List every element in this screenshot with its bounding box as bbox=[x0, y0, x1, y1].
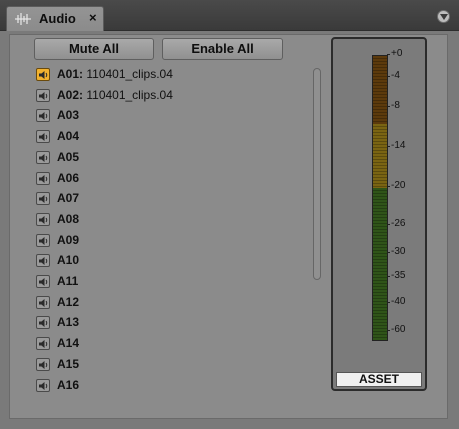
track-row: A03 bbox=[36, 105, 306, 125]
track-label: A07 bbox=[57, 191, 79, 205]
track-name: A10 bbox=[57, 253, 80, 268]
speaker-icon[interactable] bbox=[36, 295, 50, 309]
track-name: A09 bbox=[57, 232, 80, 247]
meter-tick-label: -26 bbox=[386, 218, 406, 229]
track-label: A08 bbox=[57, 212, 79, 226]
track-row: A10 bbox=[36, 250, 306, 270]
meter-tick-label: -40 bbox=[386, 296, 406, 307]
track-row: A02: 110401_clips.04 bbox=[36, 85, 306, 105]
track-row: A06 bbox=[36, 168, 306, 188]
track-row: A05 bbox=[36, 147, 306, 167]
track-label: A05 bbox=[57, 150, 79, 164]
audio-window: Audio × Mute All Enable All A01: 110401_… bbox=[0, 0, 459, 429]
meter-zone-red bbox=[373, 56, 387, 124]
track-row: A15 bbox=[36, 354, 306, 374]
meter-tick-label: +0 bbox=[386, 48, 403, 59]
speaker-icon[interactable] bbox=[36, 316, 50, 330]
track-name: A14 bbox=[57, 336, 80, 351]
meter-tick-label: -20 bbox=[386, 180, 406, 191]
track-name: A03 bbox=[57, 108, 80, 123]
track-label: A06 bbox=[57, 171, 79, 185]
track-clip-name: 110401_clips.04 bbox=[86, 67, 173, 81]
track-name: A12 bbox=[57, 294, 80, 309]
track-label: A09 bbox=[57, 233, 79, 247]
enable-all-button[interactable]: Enable All bbox=[162, 38, 283, 60]
meter-tick-label: -60 bbox=[386, 324, 406, 335]
track-clip-name: 110401_clips.04 bbox=[86, 87, 173, 102]
tab-audio[interactable]: Audio × bbox=[6, 6, 104, 31]
track-label: A15 bbox=[57, 357, 79, 371]
speaker-icon[interactable] bbox=[36, 130, 50, 144]
track-label: A12 bbox=[57, 295, 79, 309]
track-name: A08 bbox=[57, 211, 80, 226]
track-row: A04 bbox=[36, 126, 306, 146]
track-label: A01: 110401_clips.04 bbox=[57, 67, 173, 81]
speaker-icon[interactable] bbox=[36, 109, 50, 123]
track-row: A14 bbox=[36, 333, 306, 353]
meter-bar bbox=[372, 55, 388, 341]
track-row: A01: 110401_clips.04 bbox=[36, 64, 306, 84]
speaker-icon[interactable] bbox=[36, 68, 50, 81]
track-label: A16 bbox=[57, 378, 79, 392]
track-row: A11 bbox=[36, 271, 306, 291]
meter-tick-label: -30 bbox=[386, 246, 406, 257]
asset-label: ASSET bbox=[336, 372, 422, 387]
speaker-icon[interactable] bbox=[36, 88, 50, 102]
track-name: A05 bbox=[57, 149, 80, 164]
track-name: A13 bbox=[57, 315, 80, 330]
track-row: A12 bbox=[36, 292, 306, 312]
track-name: A04 bbox=[57, 129, 80, 144]
meter-zone-yellow bbox=[373, 124, 387, 188]
meter-tick-label: -4 bbox=[387, 70, 400, 81]
track-label: A11 bbox=[57, 274, 78, 288]
track-label: A14 bbox=[57, 336, 79, 350]
panel-menu-icon[interactable] bbox=[437, 10, 450, 23]
speaker-icon[interactable] bbox=[36, 233, 50, 247]
tab-bar: Audio × bbox=[0, 0, 459, 31]
waveform-icon bbox=[15, 13, 31, 25]
track-label: A13 bbox=[57, 315, 79, 329]
mute-all-button[interactable]: Mute All bbox=[34, 38, 154, 60]
track-name: A15 bbox=[57, 356, 80, 371]
track-name: A06 bbox=[57, 170, 80, 185]
audio-meter: +0 -4 -8 -14 -20 -26 -30 -35 -40 -60 ASSET bbox=[331, 37, 427, 391]
meter-tick-label: -8 bbox=[387, 100, 400, 111]
track-row: A09 bbox=[36, 230, 306, 250]
track-name: A16 bbox=[57, 377, 80, 392]
meter-tick-label: -14 bbox=[386, 140, 406, 151]
track-name: A01: bbox=[57, 67, 84, 81]
track-row: A16 bbox=[36, 375, 306, 395]
close-icon[interactable]: × bbox=[89, 10, 97, 25]
speaker-icon[interactable] bbox=[36, 357, 50, 371]
speaker-icon[interactable] bbox=[36, 150, 50, 164]
track-label: A10 bbox=[57, 253, 79, 267]
speaker-icon[interactable] bbox=[36, 337, 50, 351]
meter-tick-label: -35 bbox=[386, 270, 406, 281]
scrollbar[interactable] bbox=[313, 68, 321, 280]
meter-zone-green bbox=[373, 188, 387, 340]
speaker-icon[interactable] bbox=[36, 171, 50, 185]
track-row: A07 bbox=[36, 188, 306, 208]
speaker-icon[interactable] bbox=[36, 378, 50, 392]
speaker-icon[interactable] bbox=[36, 192, 50, 206]
track-label: A02: 110401_clips.04 bbox=[57, 88, 173, 102]
track-name: A07 bbox=[57, 191, 80, 206]
speaker-icon[interactable] bbox=[36, 212, 50, 226]
track-label: A03 bbox=[57, 108, 79, 122]
speaker-icon[interactable] bbox=[36, 254, 50, 268]
track-label: A04 bbox=[57, 129, 79, 143]
track-name: A02: bbox=[57, 87, 84, 102]
track-row: A08 bbox=[36, 209, 306, 229]
track-name: A11 bbox=[57, 274, 79, 288]
speaker-icon[interactable] bbox=[36, 275, 50, 288]
tab-title: Audio bbox=[39, 11, 76, 26]
track-row: A13 bbox=[36, 312, 306, 332]
